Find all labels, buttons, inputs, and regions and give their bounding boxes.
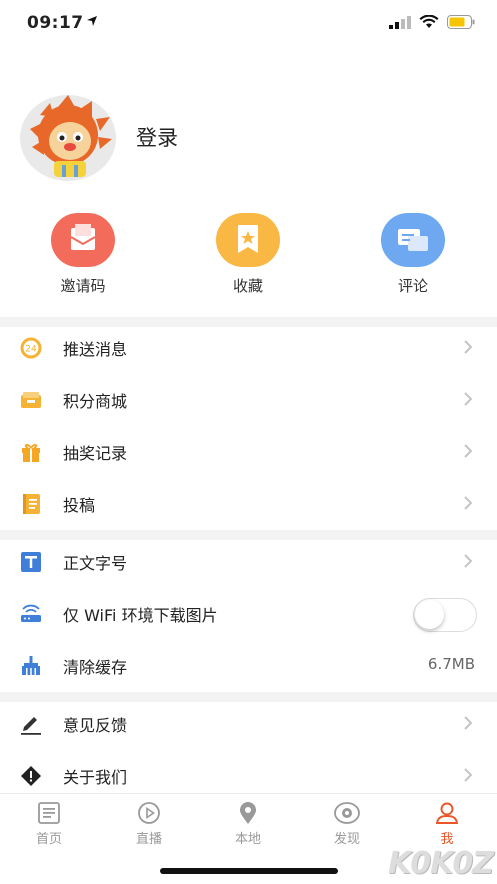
location-arrow-icon — [87, 16, 97, 26]
text-t-icon — [21, 552, 41, 572]
battery-icon — [447, 15, 475, 29]
tab-discover[interactable]: 发现 — [312, 800, 382, 847]
comments-label: 评论 — [397, 277, 428, 295]
menu-submit-article[interactable]: 投稿 — [0, 478, 497, 530]
wifi-only-toggle[interactable] — [413, 598, 477, 632]
push-24-icon: 24 — [20, 337, 42, 359]
menu-wifi-only-images: 仅 WiFi 环境下载图片 — [0, 588, 497, 640]
menu-push-messages[interactable]: 24 推送消息 — [0, 322, 497, 374]
comment-icon — [381, 213, 445, 267]
tab-label: 本地 — [234, 832, 261, 847]
invite-envelope-icon — [51, 213, 115, 267]
toggle-knob — [415, 600, 444, 629]
avatar[interactable] — [20, 95, 116, 181]
chevron-right-icon — [464, 716, 473, 730]
comments-button[interactable]: 评论 — [363, 213, 463, 296]
home-indicator — [160, 868, 338, 874]
menu-label: 推送消息 — [63, 340, 128, 359]
gift-icon — [22, 443, 40, 462]
quick-actions: 邀请码 收藏 评论 — [0, 213, 497, 303]
tab-live[interactable]: 直播 — [114, 800, 184, 847]
info-diamond-icon — [21, 766, 41, 786]
menu-label: 清除缓存 — [63, 658, 128, 677]
play-icon — [138, 802, 160, 824]
menu-label: 积分商城 — [63, 392, 128, 411]
bookmark-icon — [216, 213, 280, 267]
news-icon — [38, 802, 60, 824]
invite-code-button[interactable]: 邀请码 — [33, 213, 133, 296]
router-icon — [21, 604, 41, 622]
pencil-icon — [21, 717, 41, 735]
profile-header[interactable]: 登录 — [0, 95, 497, 185]
menu-label: 关于我们 — [63, 768, 128, 787]
menu-feedback[interactable]: 意见反馈 — [0, 698, 497, 750]
tab-local[interactable]: 本地 — [213, 800, 283, 847]
chevron-right-icon — [464, 340, 473, 354]
chevron-right-icon — [464, 554, 473, 568]
notepad-icon — [23, 494, 40, 514]
cache-size-value: 6.7MB — [427, 655, 475, 673]
menu-label: 仅 WiFi 环境下载图片 — [63, 606, 218, 625]
watermark-logo: K0K0Z — [388, 846, 494, 881]
invite-code-label: 邀请码 — [60, 277, 106, 295]
svg-text:24: 24 — [25, 345, 37, 355]
chevron-right-icon — [464, 768, 473, 782]
menu-clear-cache[interactable]: 清除缓存 6.7MB — [0, 640, 497, 692]
tab-label: 首页 — [35, 832, 62, 847]
tab-label: 直播 — [135, 832, 162, 847]
person-icon — [435, 802, 459, 824]
favorites-button[interactable]: 收藏 — [198, 213, 298, 296]
tab-me[interactable]: 我 — [412, 800, 482, 847]
chevron-right-icon — [464, 496, 473, 510]
broom-icon — [22, 656, 40, 675]
login-button[interactable]: 登录 — [136, 122, 178, 152]
status-time: 09:17 — [27, 13, 84, 33]
menu-label: 投稿 — [63, 496, 96, 515]
signal-icon — [389, 15, 411, 29]
menu-label: 意见反馈 — [63, 716, 128, 735]
menu-label: 正文字号 — [63, 554, 128, 573]
menu-lottery-records[interactable]: 抽奖记录 — [0, 426, 497, 478]
favorites-label: 收藏 — [232, 277, 263, 295]
tab-label: 发现 — [333, 832, 360, 847]
wifi-icon — [419, 15, 439, 28]
chevron-right-icon — [464, 392, 473, 406]
chevron-right-icon — [464, 444, 473, 458]
location-pin-icon — [240, 802, 256, 824]
menu-font-size[interactable]: 正文字号 — [0, 536, 497, 588]
menu-points-shop[interactable]: 积分商城 — [0, 374, 497, 426]
lion-mascot-icon — [30, 95, 112, 177]
eye-icon — [334, 802, 360, 824]
status-bar: 09:17 — [0, 0, 497, 50]
points-shop-icon — [21, 392, 41, 408]
tab-home[interactable]: 首页 — [14, 800, 84, 847]
menu-label: 抽奖记录 — [63, 444, 128, 463]
tab-label: 我 — [440, 832, 454, 847]
status-indicators — [389, 15, 475, 29]
